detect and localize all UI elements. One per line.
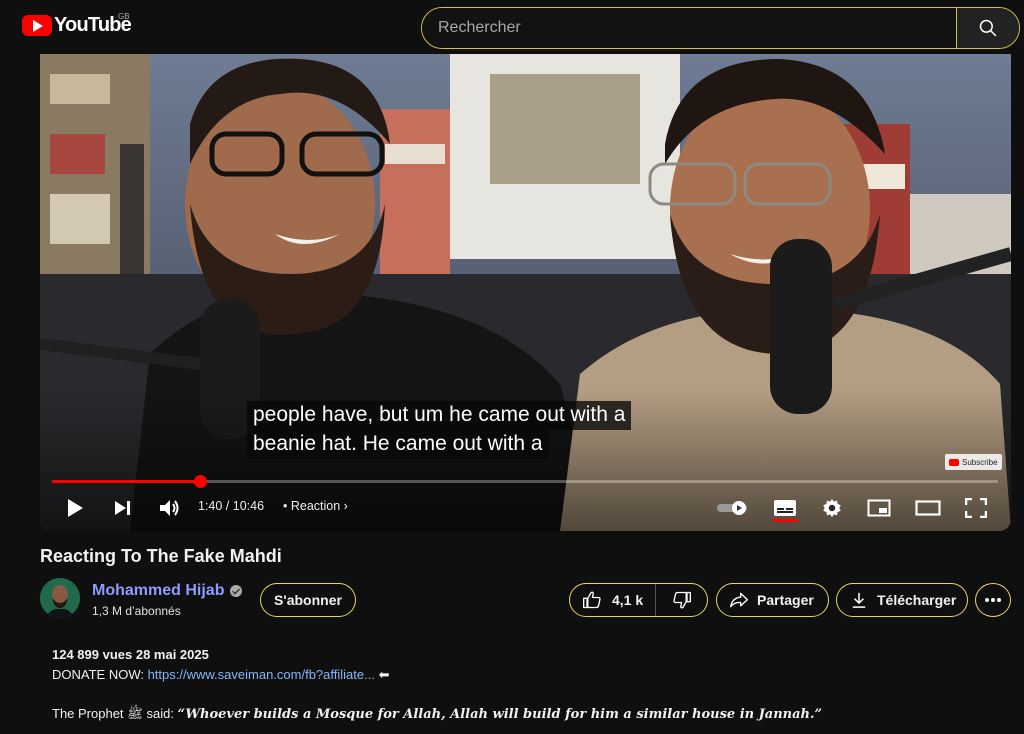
more-actions-button[interactable] [975, 583, 1011, 617]
channel-name: Mohammed Hijab [92, 582, 225, 599]
subscribe-label: S'abonner [274, 592, 342, 608]
subscriber-count: 1,3 M d’abonnés [92, 604, 181, 618]
subtitles-icon [774, 500, 796, 516]
youtube-logo[interactable]: YouTube [22, 14, 132, 37]
avatar-image [40, 578, 80, 618]
quote-text: “Whoever builds a Mosque for Allah, Alla… [177, 707, 822, 722]
share-icon [730, 592, 748, 608]
time-display: 1:40 / 10:46 [198, 499, 265, 513]
donate-line: DONATE NOW: https://www.saveiman.com/fb?… [52, 667, 389, 683]
donate-link[interactable]: https://www.saveiman.com/fb?affiliate... [148, 667, 375, 682]
youtube-logo-icon [22, 15, 52, 36]
gear-icon [823, 498, 841, 518]
chapter-label: Reaction [290, 499, 341, 513]
next-icon [115, 501, 130, 515]
progress-scrubber[interactable] [193, 475, 207, 488]
video-player[interactable]: people have, but um he came out with a b… [40, 54, 1011, 531]
theater-mode-button[interactable] [912, 490, 944, 526]
channel-link[interactable]: Mohammed Hijab [92, 582, 243, 600]
autoplay-icon [717, 501, 747, 515]
fullscreen-button[interactable] [962, 490, 990, 526]
download-label: Télécharger [877, 592, 957, 608]
fullscreen-icon [965, 498, 987, 518]
top-bar: YouTube GB [0, 0, 1024, 54]
dislike-button[interactable] [656, 590, 707, 610]
search-button[interactable] [956, 8, 1019, 48]
caption-line: beanie hat. He came out with a [247, 430, 549, 459]
autoplay-toggle[interactable] [715, 490, 751, 526]
caption-line: people have, but um he came out with a [247, 401, 632, 430]
player-controls: 1:40 / 10:46 • Reaction › [40, 490, 1011, 526]
download-icon [852, 592, 866, 608]
search-icon [979, 19, 997, 37]
miniplayer-button[interactable] [864, 490, 894, 526]
arrow-left-icon: ⬅ [374, 667, 390, 682]
settings-button[interactable] [818, 490, 846, 526]
volume-button[interactable] [156, 490, 184, 526]
subtitles-active-indicator [773, 519, 798, 522]
chapter-button[interactable]: • Reaction › [283, 499, 348, 513]
video-title: Reacting To The Fake Mahdi [40, 546, 282, 566]
subscribe-button[interactable]: S'abonner [260, 583, 356, 617]
thumbs-up-icon [583, 591, 601, 609]
donate-prefix: DONATE NOW: [52, 667, 148, 682]
channel-avatar[interactable] [40, 578, 80, 618]
search-input[interactable] [422, 8, 956, 48]
like-count: 4,1 k [612, 592, 644, 608]
hadith-line: The Prophet ﷺ said: “Whoever builds a Mo… [52, 706, 822, 725]
share-label: Partager [757, 592, 814, 608]
youtube-mini-icon [949, 458, 959, 466]
volume-icon [160, 500, 179, 516]
view-and-date: 124 899 vues 28 mai 2025 [52, 647, 209, 662]
miniplayer-icon [867, 499, 891, 517]
progress-bar[interactable] [52, 475, 998, 488]
region-code: GB [118, 12, 130, 21]
progress-played [52, 480, 200, 483]
like-button[interactable]: 4,1 k [570, 584, 656, 616]
more-horizontal-icon [985, 598, 1001, 602]
like-dislike-group: 4,1 k [569, 583, 708, 617]
next-button[interactable] [110, 490, 136, 526]
video-frame [40, 54, 1011, 531]
theater-icon [915, 500, 941, 516]
subscribe-watermark[interactable]: Subscribe [945, 454, 1002, 470]
verified-check-icon [230, 585, 243, 597]
quote-prefix: The Prophet ﷺ said: [52, 706, 178, 721]
share-button[interactable]: Partager [716, 583, 829, 617]
thumbs-down-icon [672, 591, 691, 609]
download-button[interactable]: Télécharger [836, 583, 968, 617]
watermark-label: Subscribe [962, 457, 998, 467]
play-icon [68, 499, 83, 517]
caption-panel: people have, but um he came out with a b… [247, 401, 632, 459]
play-button[interactable] [62, 490, 88, 526]
search-box [421, 7, 1020, 49]
